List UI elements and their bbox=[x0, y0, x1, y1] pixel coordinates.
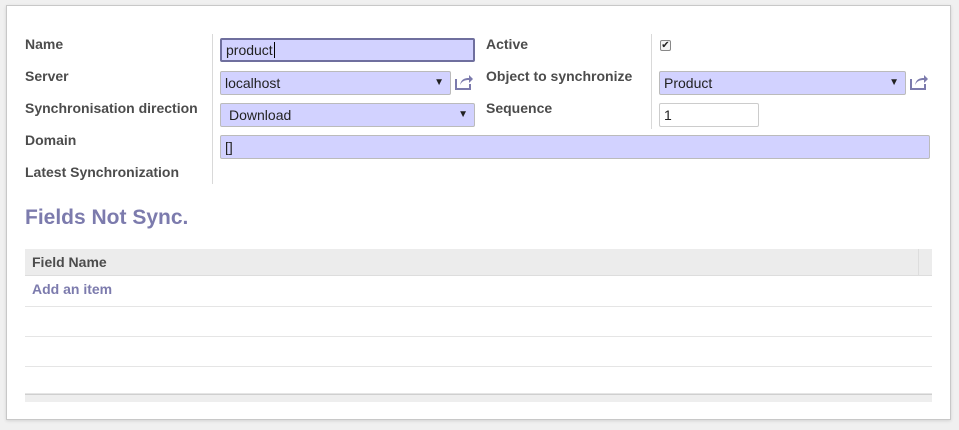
latest-sync-label: Latest Synchronization bbox=[25, 164, 180, 180]
object-value: Product bbox=[664, 75, 713, 91]
caret-down-icon: ▼ bbox=[434, 77, 444, 88]
table-row bbox=[25, 336, 932, 367]
grid-header: Field Name bbox=[25, 249, 932, 276]
name-value: product bbox=[226, 42, 273, 58]
object-select[interactable]: Product ▼ bbox=[659, 71, 906, 95]
grid-footer bbox=[25, 394, 932, 402]
server-select[interactable]: localhost ▼ bbox=[220, 71, 451, 95]
form-sheet: Name Server Synchronisation direction Do… bbox=[6, 5, 951, 420]
column-header-field-name[interactable]: Field Name bbox=[32, 254, 107, 270]
domain-value: [] bbox=[225, 139, 233, 155]
table-row: Add an item bbox=[25, 276, 932, 307]
caret-down-icon: ▼ bbox=[458, 109, 468, 120]
direction-value: Download bbox=[229, 107, 292, 123]
checkmark-icon: ✔ bbox=[661, 40, 670, 51]
object-label: Object to synchronize bbox=[486, 68, 633, 84]
section-title: Fields Not Sync. bbox=[25, 206, 189, 229]
direction-select[interactable]: Download ▼ bbox=[220, 103, 475, 127]
column-divider bbox=[918, 249, 919, 275]
table-row bbox=[25, 366, 932, 394]
sequence-label: Sequence bbox=[486, 100, 553, 116]
external-link-icon[interactable] bbox=[909, 73, 929, 91]
external-link-icon[interactable] bbox=[454, 73, 474, 91]
right-label-separator bbox=[651, 34, 652, 129]
label-separator bbox=[212, 34, 213, 184]
text-cursor bbox=[273, 42, 275, 58]
sequence-input[interactable]: 1 bbox=[659, 103, 759, 127]
server-label: Server bbox=[25, 68, 69, 84]
caret-down-icon: ▼ bbox=[889, 77, 899, 88]
name-label: Name bbox=[25, 36, 64, 52]
server-value: localhost bbox=[225, 75, 281, 91]
table-row bbox=[25, 306, 932, 337]
active-checkbox[interactable]: ✔ bbox=[660, 40, 671, 51]
domain-label: Domain bbox=[25, 132, 77, 148]
active-label: Active bbox=[486, 36, 529, 52]
direction-label: Synchronisation direction bbox=[25, 100, 198, 116]
name-input[interactable]: product bbox=[220, 38, 475, 62]
domain-input[interactable]: [] bbox=[220, 135, 930, 159]
add-item-link[interactable]: Add an item bbox=[32, 281, 112, 297]
sequence-value: 1 bbox=[664, 107, 672, 123]
